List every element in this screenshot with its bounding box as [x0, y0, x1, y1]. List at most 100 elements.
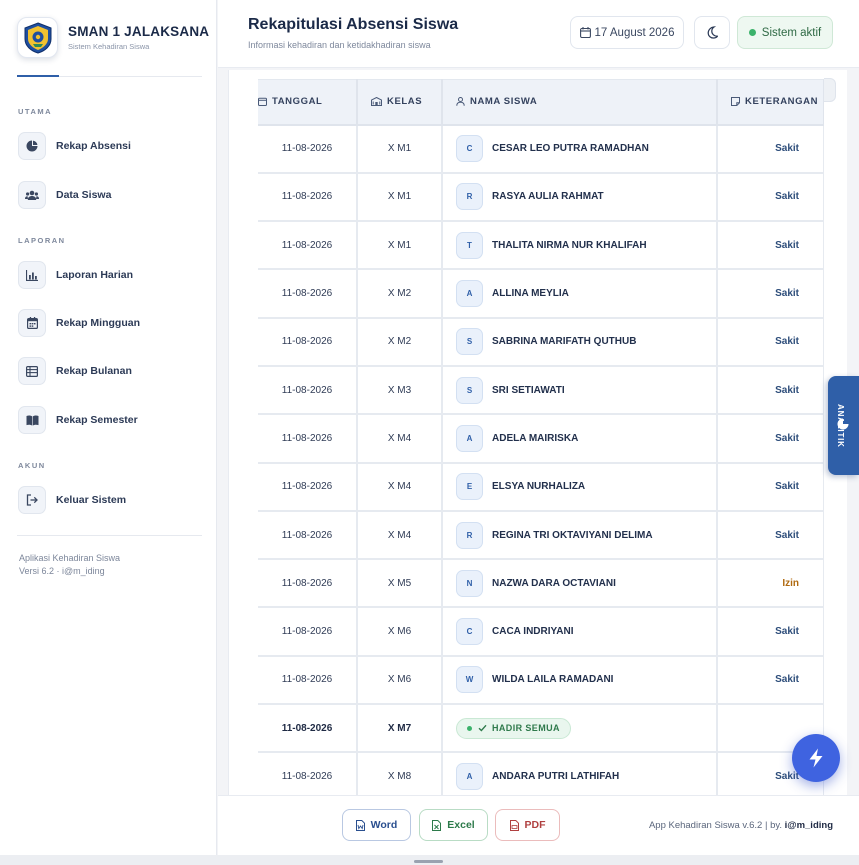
- cell-kelas: X M1: [357, 221, 443, 271]
- pie-chart-icon: [837, 418, 849, 430]
- sidebar-item-rekap-mingguan[interactable]: Rekap Mingguan: [18, 309, 140, 337]
- cell-nama: A ADELA MAIRISKA: [442, 414, 718, 464]
- date-text: 17 August 2026: [594, 26, 675, 39]
- table-row[interactable]: 11-08-2026 X M1 R RASYA AULIA RAHMAT Saki…: [258, 172, 824, 223]
- cell-tanggal: 11-08-2026: [258, 124, 358, 174]
- file-excel-icon: [432, 819, 442, 831]
- sidebar-item-label: Rekap Bulanan: [56, 365, 132, 377]
- table-row[interactable]: 11-08-2026 X M8 A ANDARA PUTRI LATHIFAH S…: [258, 752, 824, 795]
- cell-kelas: X M2: [357, 317, 443, 367]
- scroll-edge-handle[interactable]: [824, 78, 836, 102]
- cell-nama: S SRI SETIAWATI: [442, 365, 718, 416]
- export-excel-label: Excel: [447, 819, 475, 831]
- school-logo: [17, 17, 58, 58]
- cell-kelas: X M4: [357, 462, 443, 512]
- avatar: C: [456, 618, 483, 646]
- student-name: ANDARA PUTRI LATHIFAH: [492, 771, 620, 782]
- student-name: REGINA TRI OKTAVIYANI DELIMA: [492, 529, 653, 541]
- export-excel-button[interactable]: Excel: [419, 809, 488, 841]
- table-row[interactable]: 11-08-2026 X M2 S SABRINA MARIFATH QUTHUB…: [258, 317, 824, 367]
- avatar: A: [456, 280, 483, 308]
- sidebar-footer: Aplikasi Kehadiran Siswa Versi 6.2 · i@m…: [19, 552, 120, 578]
- cell-keterangan: Sakit: [717, 317, 824, 367]
- student-name: THALITA NIRMA NUR KHALIFAH: [492, 239, 647, 251]
- col-header-nama-siswa[interactable]: NAMA SISWA: [442, 79, 718, 126]
- sidebar-item-label: Rekap Semester: [56, 414, 138, 426]
- cell-tanggal: 11-08-2026: [258, 414, 358, 464]
- export-pdf-label: PDF: [524, 819, 546, 831]
- table-row[interactable]: 11-08-2026 X M4 E ELSYA NURHALIZA Sakit: [258, 462, 824, 512]
- table-row[interactable]: 11-08-2026 X M4 R REGINA TRI OKTAVIYANI D…: [258, 510, 824, 561]
- sidebar-item-keluar-sistem[interactable]: Keluar Sistem: [18, 486, 126, 514]
- table-row[interactable]: 11-08-2026 X M1 C CESAR LEO PUTRA RAMADHA…: [258, 124, 824, 174]
- header: Rekapitulasi Absensi Siswa Informasi keh…: [218, 0, 859, 68]
- sidebar-item-rekap-absensi[interactable]: Rekap Absensi: [18, 132, 131, 160]
- date-display[interactable]: 17 August 2026: [570, 16, 684, 49]
- brand-divider-accent: [17, 75, 59, 77]
- brand[interactable]: SMAN 1 JALAKSANA Sistem Kehadiran Siswa: [17, 17, 209, 58]
- table-row[interactable]: 11-08-2026 X M2 A ALLINA MEYLIA Sakit: [258, 269, 824, 319]
- brand-name: SMAN 1 JALAKSANA: [68, 24, 210, 39]
- avatar: E: [456, 473, 483, 501]
- sidebar-item-label: Rekap Absensi: [56, 140, 131, 152]
- cell-tanggal: 11-08-2026: [258, 607, 358, 657]
- table-row[interactable]: 11-08-2026 X M5 N NAZWA DARA OCTAVIANI Iz…: [258, 559, 824, 609]
- logout-icon: [18, 486, 46, 514]
- cell-keterangan: Sakit: [717, 365, 824, 416]
- student-name: NAZWA DARA OCTAVIANI: [492, 577, 616, 589]
- cell-nama: N NAZWA DARA OCTAVIANI: [442, 559, 718, 609]
- sidebar-item-data-siswa[interactable]: Data Siswa: [18, 181, 111, 209]
- sidebar-divider: [17, 535, 202, 536]
- cell-nama: R RASYA AULIA RAHMAT: [442, 172, 718, 223]
- section-label-akun: AKUN: [18, 461, 46, 470]
- home-indicator[interactable]: [414, 860, 443, 863]
- sidebar-item-label: Keluar Sistem: [56, 494, 127, 506]
- system-status-badge: Sistem aktif: [737, 16, 833, 49]
- avatar: R: [456, 521, 483, 549]
- export-pdf-button[interactable]: PDF: [495, 809, 560, 841]
- sidebar-item-laporan-harian[interactable]: Laporan Harian: [18, 261, 133, 289]
- sidebar-footer-app: Aplikasi Kehadiran Siswa: [19, 553, 121, 563]
- cell-tanggal: 11-08-2026: [258, 462, 358, 512]
- table-row[interactable]: 11-08-2026 X M6 W WILDA LAILA RAMADANI Sa…: [258, 655, 824, 706]
- cell-keterangan: Sakit: [717, 510, 824, 561]
- sidebar-item-rekap-semester[interactable]: Rekap Semester: [18, 406, 138, 434]
- avatar: W: [456, 666, 483, 694]
- table-row[interactable]: 11-08-2026 X M1 T THALITA NIRMA NUR KHALI…: [258, 221, 824, 271]
- theme-toggle-button[interactable]: [694, 16, 730, 49]
- col-header-tanggal[interactable]: TANGGAL: [258, 79, 358, 126]
- student-name: ELSYA NURHALIZA: [492, 481, 586, 493]
- col-header-keterangan[interactable]: KETERANGAN: [717, 79, 824, 126]
- col-header-kelas[interactable]: KELAS: [357, 79, 443, 126]
- book-icon: [18, 406, 46, 434]
- student-name: ALLINA MEYLIA: [492, 288, 569, 300]
- pie-chart-icon: [18, 132, 46, 160]
- avatar: S: [456, 376, 483, 404]
- cell-tanggal: 11-08-2026: [258, 317, 358, 367]
- page-subtitle: Informasi kehadiran dan ketidakhadiran s…: [248, 40, 431, 50]
- moon-icon: [707, 26, 718, 39]
- cell-nama: T THALITA NIRMA NUR KHALIFAH: [442, 221, 718, 271]
- analitik-side-tab[interactable]: ANALITIK: [828, 376, 859, 475]
- student-name: SRI SETIAWATI: [492, 384, 565, 396]
- cell-kelas: X M1: [357, 172, 443, 223]
- cell-nama: C CESAR LEO PUTRA RAMADHAN: [442, 124, 718, 174]
- avatar: A: [456, 424, 483, 452]
- footer-credit: App Kehadiran Siswa v.6.2 | by. i@m_idin…: [649, 820, 833, 831]
- avatar: R: [456, 183, 483, 211]
- table-row-hadir-semua[interactable]: 11-08-2026 X M7 HADIR SEMUA: [258, 704, 824, 754]
- table-row[interactable]: 11-08-2026 X M4 A ADELA MAIRISKA Sakit: [258, 414, 824, 464]
- table-row[interactable]: 11-08-2026 X M6 C CACA INDRIYANI Sakit: [258, 607, 824, 657]
- table-row[interactable]: 11-08-2026 X M3 S SRI SETIAWATI Sakit: [258, 365, 824, 416]
- quick-action-button[interactable]: [792, 734, 840, 782]
- attendance-table: TANGGAL KELAS NAMA SISWA KETERANGAN 11-0…: [258, 79, 824, 795]
- cell-keterangan: Sakit: [717, 124, 824, 174]
- cell-keterangan: Sakit: [717, 655, 824, 706]
- school-icon: [371, 97, 382, 107]
- user-icon: [456, 97, 465, 106]
- sidebar-item-rekap-bulanan[interactable]: Rekap Bulanan: [18, 357, 132, 385]
- sidebar-item-label: Data Siswa: [56, 189, 112, 201]
- export-word-button[interactable]: Word: [342, 809, 411, 841]
- col-header-label: NAMA SISWA: [470, 96, 538, 108]
- hadir-semua-badge: HADIR SEMUA: [456, 717, 571, 739]
